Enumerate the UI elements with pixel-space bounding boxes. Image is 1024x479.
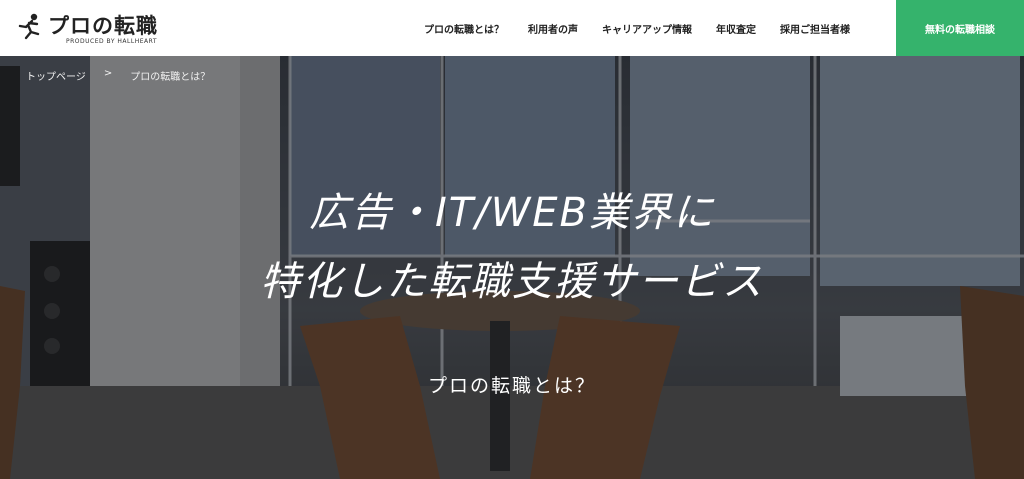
- hero-title-line1: 広告・IT/WEB業界に: [309, 190, 715, 236]
- nav-item-recruiters[interactable]: 採用ご担当者様: [780, 21, 850, 36]
- nav-item-testimonials[interactable]: 利用者の声: [528, 21, 578, 36]
- breadcrumb: トップページ > プロの転職とは？: [26, 68, 210, 83]
- nav-item-about[interactable]: プロの転職とは？: [424, 21, 504, 36]
- site-header: プロの転職 PRODUCED BY HALLHEART プロの転職とは？ 利用者…: [0, 0, 1024, 57]
- hero-subtitle: プロの転職とは？: [427, 375, 596, 397]
- hero-section: トップページ > プロの転職とは？ 広告・IT/WEB業界に 特化した転職支援サ…: [0, 56, 1024, 479]
- breadcrumb-separator: >: [103, 68, 113, 79]
- logo-sub: PRODUCED BY HALLHEART: [66, 38, 157, 45]
- runner-logo-icon: [18, 13, 40, 40]
- site-logo[interactable]: プロの転職 PRODUCED BY HALLHEART: [14, 8, 164, 50]
- breadcrumb-home-link[interactable]: トップページ: [26, 68, 86, 83]
- nav-item-salary[interactable]: 年収査定: [716, 21, 756, 36]
- breadcrumb-current: プロの転職とは？: [130, 72, 211, 83]
- nav-item-career-info[interactable]: キャリアアップ情報: [602, 21, 692, 36]
- hero-title-line2: 特化した転職支援サービス: [260, 259, 764, 305]
- main-nav: プロの転職とは？ 利用者の声 キャリアアップ情報 年収査定 採用ご担当者様: [424, 0, 874, 56]
- logo-name: プロの転職: [48, 14, 158, 38]
- free-consultation-button[interactable]: 無料の転職相談: [896, 0, 1024, 56]
